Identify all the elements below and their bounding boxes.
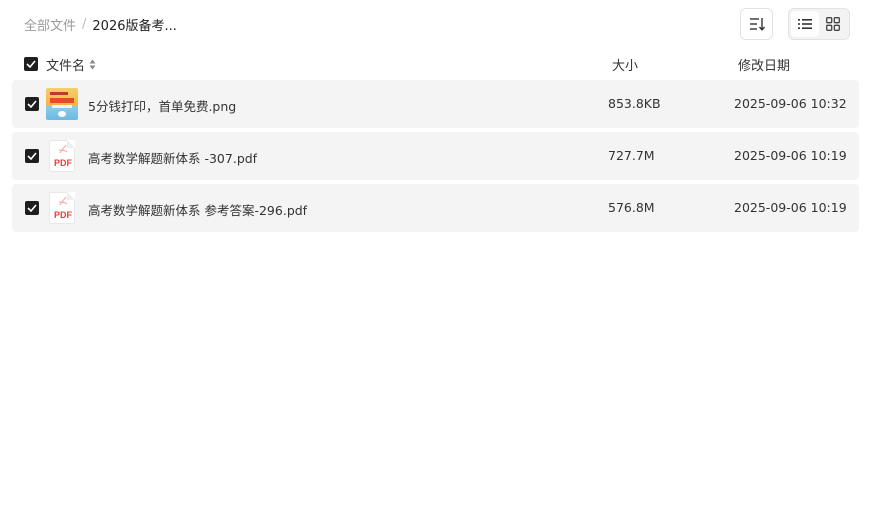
grid-view-icon <box>826 17 840 31</box>
column-header-name[interactable]: 文件名 <box>46 55 96 74</box>
column-header-size[interactable]: 大小 <box>612 55 638 74</box>
breadcrumb-separator: / <box>82 16 87 32</box>
checkmark-icon <box>27 100 37 108</box>
breadcrumb-current-folder: 2026版备考... <box>92 18 177 34</box>
view-toggle <box>788 8 850 40</box>
breadcrumb-root-link[interactable]: 全部文件 <box>24 15 76 34</box>
file-date: 2025-09-06 10:32 <box>734 96 847 111</box>
list-view-icon <box>798 19 812 29</box>
file-browser: 全部文件 / 2026版备考... 文件名 大小 修改日期 5分钱打印，首单免费… <box>0 0 874 514</box>
file-date: 2025-09-06 10:19 <box>734 148 847 163</box>
file-date: 2025-09-06 10:19 <box>734 200 847 215</box>
row-checkbox[interactable] <box>25 149 39 163</box>
pdf-badge: PDF <box>54 158 72 168</box>
checkmark-icon <box>26 60 36 68</box>
grid-view-button[interactable] <box>819 11 847 37</box>
pdf-file-icon: PDF <box>46 192 78 224</box>
breadcrumb: 全部文件 / 2026版备考... <box>24 14 177 34</box>
file-name[interactable]: 高考数学解题新体系 -307.pdf <box>88 148 257 167</box>
list-header: 文件名 大小 修改日期 <box>0 52 874 76</box>
pdf-file-icon: PDF <box>46 140 78 172</box>
image-thumbnail-icon <box>46 88 78 120</box>
file-name[interactable]: 5分钱打印，首单免费.png <box>88 96 236 115</box>
file-name[interactable]: 高考数学解题新体系 参考答案-296.pdf <box>88 200 307 219</box>
file-row[interactable]: 5分钱打印，首单免费.png 853.8KB 2025-09-06 10:32 <box>12 80 859 128</box>
file-size: 853.8KB <box>608 96 661 111</box>
file-row[interactable]: PDF 高考数学解题新体系 参考答案-296.pdf 576.8M 2025-0… <box>12 184 859 232</box>
row-checkbox[interactable] <box>25 97 39 111</box>
sort-lines-icon <box>749 18 765 31</box>
file-size: 576.8M <box>608 200 655 215</box>
column-header-name-label: 文件名 <box>46 59 86 74</box>
checkmark-icon <box>27 204 37 212</box>
checkmark-icon <box>27 152 37 160</box>
sort-caret-icon <box>89 59 96 70</box>
file-row[interactable]: PDF 高考数学解题新体系 -307.pdf 727.7M 2025-09-06… <box>12 132 859 180</box>
file-size: 727.7M <box>608 148 655 163</box>
list-view-button[interactable] <box>791 11 819 37</box>
sort-button[interactable] <box>740 8 773 40</box>
select-all-checkbox[interactable] <box>24 57 38 71</box>
column-header-date[interactable]: 修改日期 <box>738 55 790 74</box>
row-checkbox[interactable] <box>25 201 39 215</box>
pdf-badge: PDF <box>54 210 72 220</box>
